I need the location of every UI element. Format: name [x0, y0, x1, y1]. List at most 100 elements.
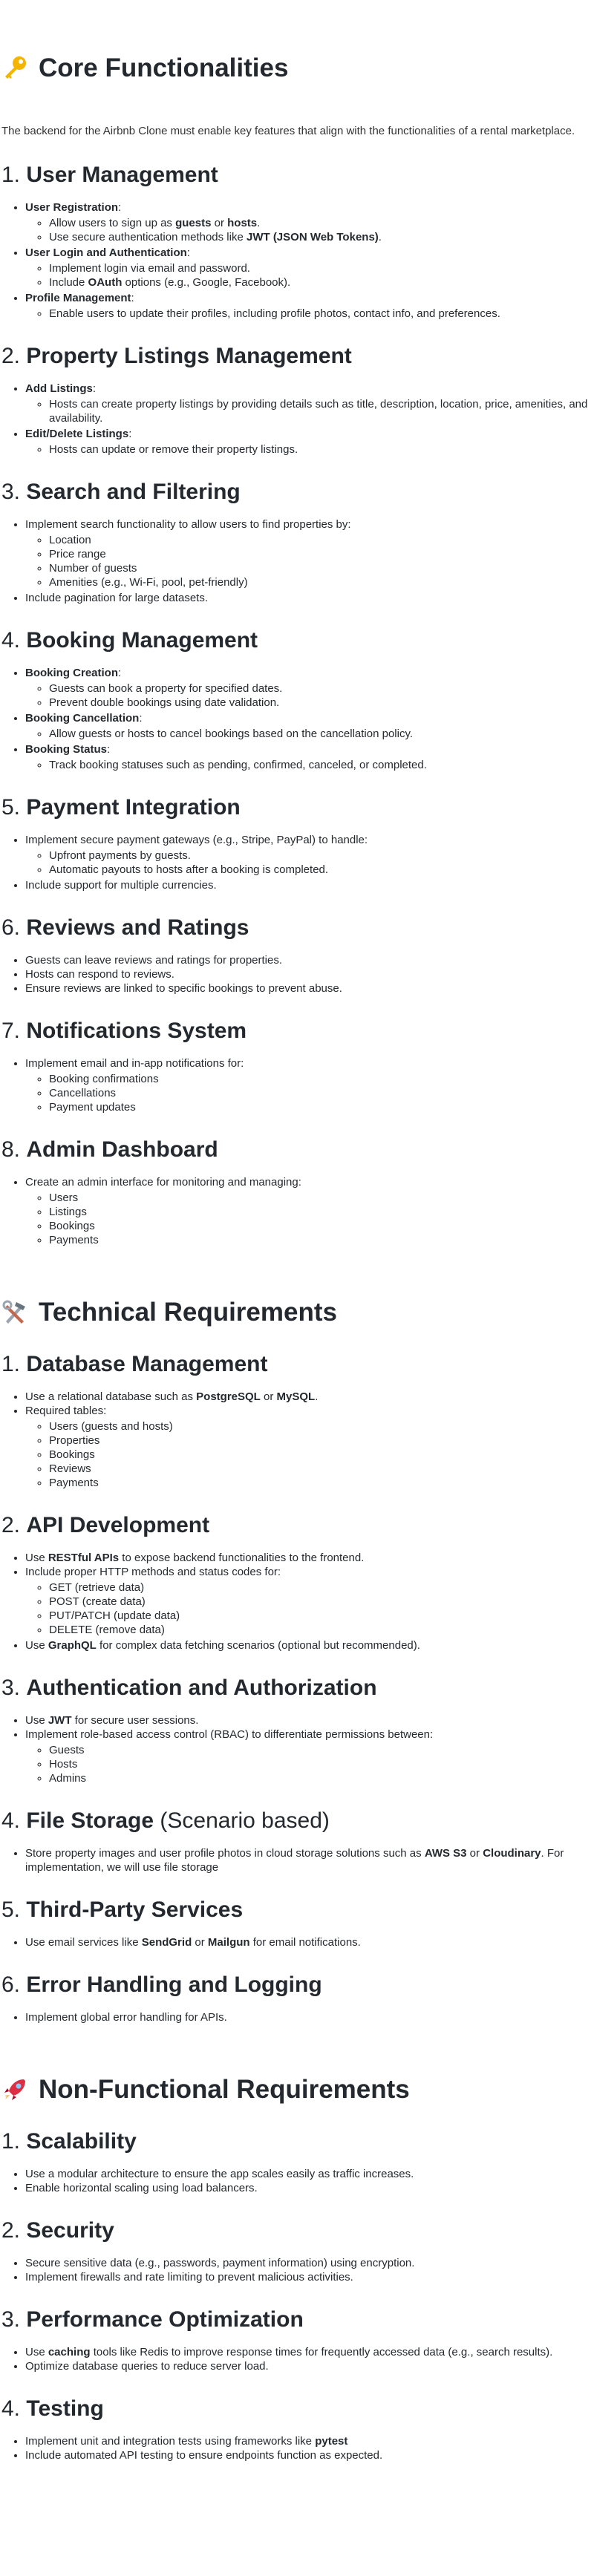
- nested-bullet-list: Enable users to update their profiles, i…: [25, 307, 593, 321]
- nested-list-item: Enable users to update their profiles, i…: [49, 307, 593, 321]
- nested-list-item: Users (guests and hosts): [49, 1419, 593, 1434]
- section-title: Non-Functional Requirements: [39, 2075, 410, 2104]
- nested-list-item: GET (retrieve data): [49, 1580, 593, 1595]
- subsection-title: Admin Dashboard: [26, 1137, 218, 1162]
- bold-text: Booking Cancellation: [25, 712, 140, 725]
- subsection-title: Database Management: [26, 1352, 268, 1376]
- nested-list-item: Payments: [49, 1233, 593, 1247]
- bullet-list: Use JWT for secure user sessions.Impleme…: [1, 1713, 593, 1785]
- nested-bullet-list: Users (guests and hosts)PropertiesBookin…: [25, 1419, 593, 1490]
- subsection-heading: 4. Testing: [1, 2394, 593, 2424]
- nested-list-item: Properties: [49, 1434, 593, 1448]
- bold-text: GraphQL: [48, 1639, 97, 1652]
- subsection-number: 3.: [1, 480, 27, 504]
- nested-list-item: Booking confirmations: [49, 1072, 593, 1086]
- nested-list-item: Users: [49, 1191, 593, 1205]
- subsection-title: Notifications System: [26, 1019, 247, 1043]
- bullet-list: Use email services like SendGrid or Mail…: [1, 1935, 593, 1949]
- list-item: Enable horizontal scaling using load bal…: [25, 2181, 593, 2195]
- hammer-and-wrench-icon: [2, 1300, 25, 1324]
- list-item: Use GraphQL for complex data fetching sc…: [25, 1638, 593, 1653]
- nested-list-item: Include OAuth options (e.g., Google, Fac…: [49, 275, 593, 290]
- list-item: Guests can leave reviews and ratings for…: [25, 953, 593, 967]
- nested-list-item: Hosts can create property listings by pr…: [49, 397, 593, 425]
- nested-list-item: Guests can book a property for specified…: [49, 681, 593, 696]
- bold-text: Edit/Delete Listings: [25, 428, 129, 440]
- bullet-list: Implement global error handling for APIs…: [1, 2010, 593, 2024]
- list-item: Implement email and in-app notifications…: [25, 1056, 593, 1114]
- nested-list-item: Payments: [49, 1476, 593, 1490]
- nested-bullet-list: Implement login via email and password.I…: [25, 261, 593, 290]
- subsection-number: 6.: [1, 915, 27, 940]
- list-item: Booking Cancellation:Allow guests or hos…: [25, 711, 593, 741]
- list-item: User Login and Authentication:Implement …: [25, 246, 593, 290]
- nested-list-item: PUT/PATCH (update data): [49, 1609, 593, 1623]
- nested-list-item: Upfront payments by guests.: [49, 849, 593, 863]
- list-item: Implement global error handling for APIs…: [25, 2010, 593, 2024]
- bold-text: AWS S3: [424, 1847, 467, 1860]
- nested-list-item: Allow users to sign up as guests or host…: [49, 216, 593, 230]
- nested-list-item: DELETE (remove data): [49, 1623, 593, 1637]
- bullet-list: Booking Creation:Guests can book a prope…: [1, 666, 593, 772]
- list-item: Create an admin interface for monitoring…: [25, 1175, 593, 1247]
- list-item: Use RESTful APIs to expose backend funct…: [25, 1551, 593, 1565]
- nested-list-item: Price range: [49, 547, 593, 561]
- subsection-heading: 1. Database Management: [1, 1350, 593, 1379]
- nested-bullet-list: GET (retrieve data)POST (create data)PUT…: [25, 1580, 593, 1637]
- bold-text: guests: [175, 217, 212, 229]
- section-title: Core Functionalities: [39, 53, 289, 82]
- nested-list-item: Cancellations: [49, 1086, 593, 1100]
- nested-bullet-list: GuestsHostsAdmins: [25, 1743, 593, 1785]
- nested-list-item: Guests: [49, 1743, 593, 1757]
- subsection-title: Security: [26, 2218, 114, 2243]
- bullet-list: Secure sensitive data (e.g., passwords, …: [1, 2256, 593, 2284]
- nested-list-item: POST (create data): [49, 1595, 593, 1609]
- list-item: Use a relational database such as Postgr…: [25, 1390, 593, 1404]
- list-item: Include automated API testing to ensure …: [25, 2448, 593, 2462]
- list-item: Implement unit and integration tests usi…: [25, 2434, 593, 2448]
- bold-text: caching: [48, 2346, 91, 2358]
- list-item: Implement secure payment gateways (e.g.,…: [25, 833, 593, 877]
- nested-list-item: Prevent double bookings using date valid…: [49, 696, 593, 710]
- nested-list-item: Implement login via email and password.: [49, 261, 593, 275]
- intro-paragraph: The backend for the Airbnb Clone must en…: [1, 125, 575, 137]
- nested-list-item: Amenities (e.g., Wi-Fi, pool, pet-friend…: [49, 575, 593, 589]
- nested-list-item: Allow guests or hosts to cancel bookings…: [49, 727, 593, 741]
- subsection-title: Payment Integration: [26, 795, 241, 820]
- rocket-icon: [4, 2079, 25, 2100]
- subsection-heading: 3. Search and Filtering: [1, 477, 593, 507]
- bullet-list: Use caching tools like Redis to improve …: [1, 2345, 593, 2373]
- bold-text: Cloudinary: [483, 1847, 541, 1860]
- list-item: Implement role-based access control (RBA…: [25, 1727, 593, 1785]
- subsection-heading: 6. Error Handling and Logging: [1, 1970, 593, 2000]
- subsection-number: 5.: [1, 795, 27, 820]
- nested-bullet-list: Guests can book a property for specified…: [25, 681, 593, 710]
- list-item: Use a modular architecture to ensure the…: [25, 2167, 593, 2181]
- subsection-title: Scalability: [26, 2129, 137, 2154]
- subsection-heading: 5. Third-Party Services: [1, 1895, 593, 1925]
- section: Core Functionalities The backend for the …: [1, 52, 593, 1247]
- subsection-title: Property Listings Management: [26, 344, 352, 368]
- subsection-title: Search and Filtering: [26, 480, 241, 504]
- document: Core Functionalities The backend for the …: [0, 0, 594, 2485]
- subsection-title: Booking Management: [26, 628, 258, 653]
- subsection-number: 2.: [1, 344, 27, 368]
- bullet-list: Implement secure payment gateways (e.g.,…: [1, 833, 593, 892]
- bold-text: MySQL: [276, 1390, 316, 1403]
- subsection-heading: 1. User Management: [1, 160, 593, 190]
- subsection-number: 4.: [1, 2396, 27, 2421]
- list-item: Implement search functionality to allow …: [25, 517, 593, 589]
- subsection-heading: 3. Performance Optimization: [1, 2305, 593, 2335]
- nested-bullet-list: UsersListingsBookingsPayments: [25, 1191, 593, 1247]
- bold-text: Booking Status: [25, 743, 108, 756]
- bullet-list: Store property images and user profile p…: [1, 1846, 593, 1874]
- bullet-list: Add Listings:Hosts can create property l…: [1, 382, 593, 457]
- bullet-list: Implement email and in-app notifications…: [1, 1056, 593, 1114]
- subsection-heading: 5. Payment Integration: [1, 793, 593, 823]
- bold-text: hosts: [227, 217, 258, 229]
- list-item: Ensure reviews are linked to specific bo…: [25, 981, 593, 996]
- bold-text: Profile Management: [25, 292, 131, 304]
- subsection-note: (Scenario based): [154, 1808, 330, 1833]
- bold-text: JWT: [48, 1714, 72, 1727]
- section-heading: Technical Requirements: [1, 1296, 593, 1329]
